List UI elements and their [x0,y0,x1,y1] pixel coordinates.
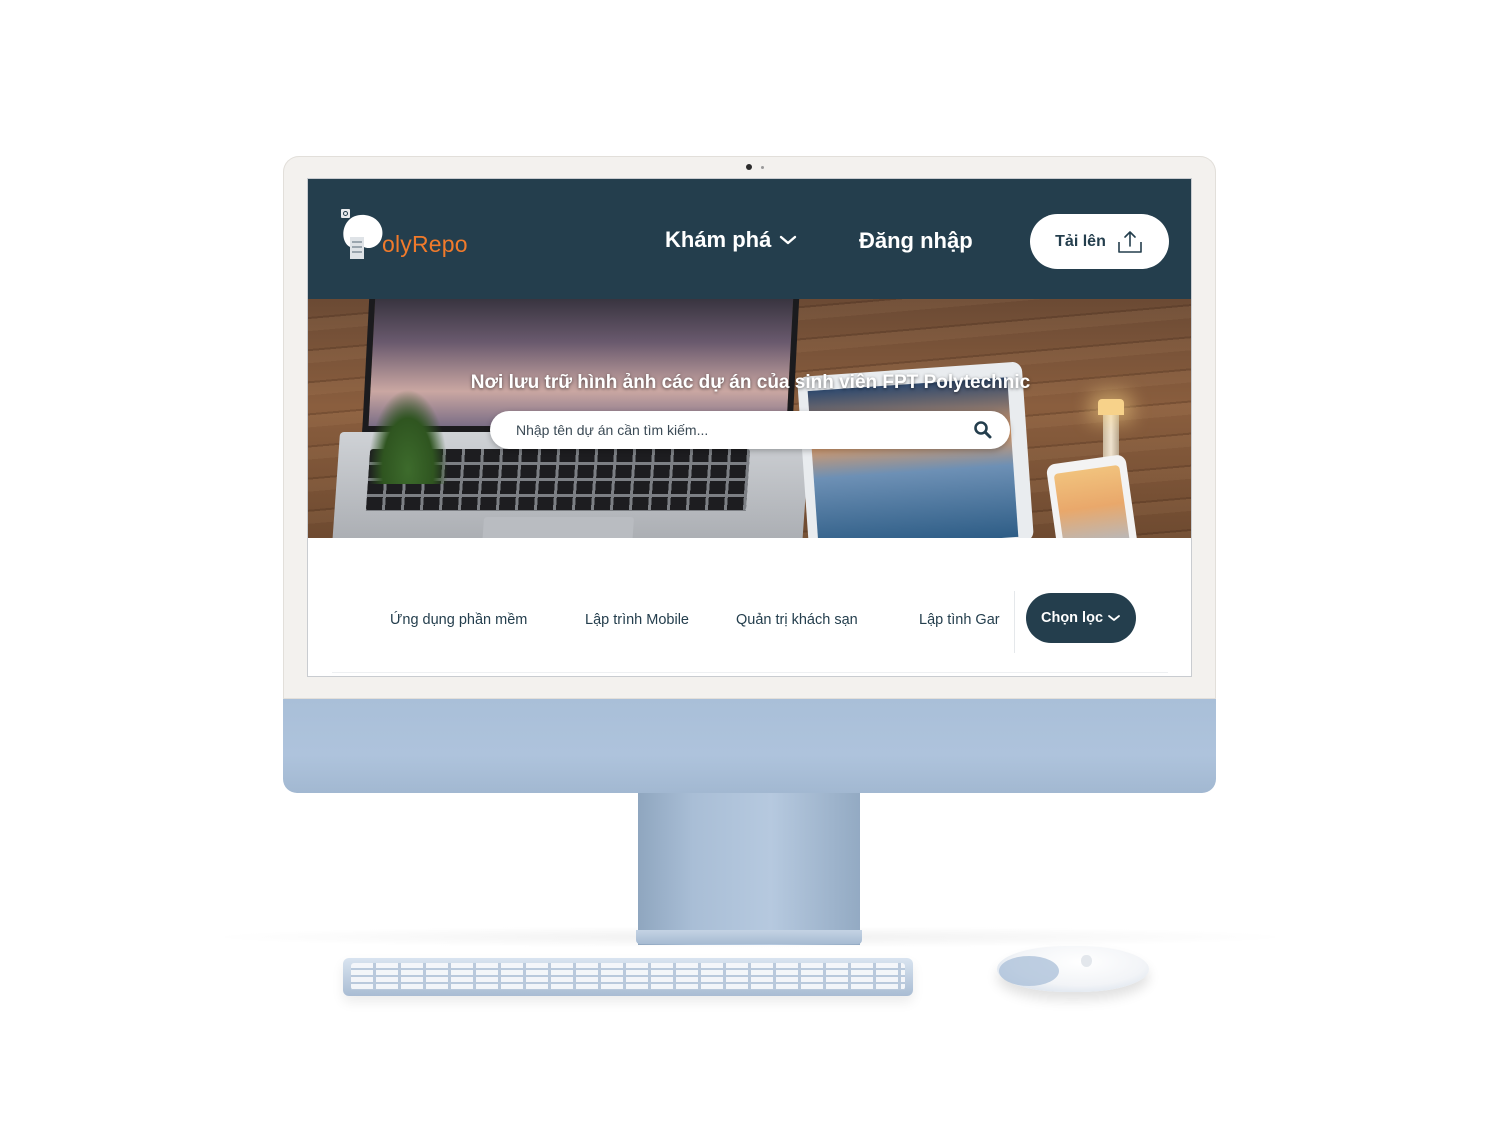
hero-laptop-trackpad [481,517,635,538]
search-bar [490,411,1010,449]
category-item[interactable]: Lập trình Mobile [585,612,689,628]
category-item[interactable]: Lập tình Gar [919,612,1008,628]
content-divider [332,672,1168,673]
hero-title: Nơi lưu trữ hình ảnh các dự án của sinh … [470,372,1031,393]
nav-login-link[interactable]: Đăng nhập [859,228,973,254]
nav-explore[interactable]: Khám phá [665,227,797,253]
category-bar: Ứng dụng phần mềm Lập trình Mobile Quản … [308,559,1191,659]
screen: olyRepo Khám phá Đăng nhập Tải lên Nơi l… [307,178,1192,677]
logo-mascot-icon [341,209,383,259]
upload-button[interactable]: Tải lên [1030,214,1169,269]
monitor-stand [638,793,860,945]
upload-icon [1118,230,1142,253]
monitor-stand-foot [636,930,862,944]
hero-phone-screen [1053,464,1133,538]
chevron-down-icon [780,235,797,245]
keyboard-keys [351,963,905,990]
nav-explore-label: Khám phá [665,227,772,252]
category-divider [1014,591,1015,653]
hero-plant [368,389,448,484]
filter-button[interactable]: Chọn lọc [1026,593,1136,643]
category-item[interactable]: Ứng dụng phần mềm [390,612,527,628]
camera-sensor-icon [761,166,764,169]
keyboard [343,958,913,996]
navbar: olyRepo Khám phá Đăng nhập Tải lên [308,179,1191,299]
logo[interactable]: olyRepo [338,207,508,263]
monitor-chin [283,699,1216,793]
apple-logo-icon [1081,955,1092,967]
filter-button-label: Chọn lọc [1040,610,1104,626]
search-input[interactable] [516,422,972,438]
hero-banner: Nơi lưu trữ hình ảnh các dự án của sinh … [308,299,1191,538]
hero-tablet-screen [807,377,1019,538]
chevron-down-icon [1108,615,1120,621]
category-item[interactable]: Quản trị khách sạn [736,612,858,628]
logo-text: olyRepo [382,231,468,257]
search-icon[interactable] [972,419,994,441]
camera-icon [746,164,752,170]
upload-button-label: Tải lên [1055,232,1106,250]
mouse [997,946,1149,992]
hero-lighthouse-light [1098,399,1124,415]
